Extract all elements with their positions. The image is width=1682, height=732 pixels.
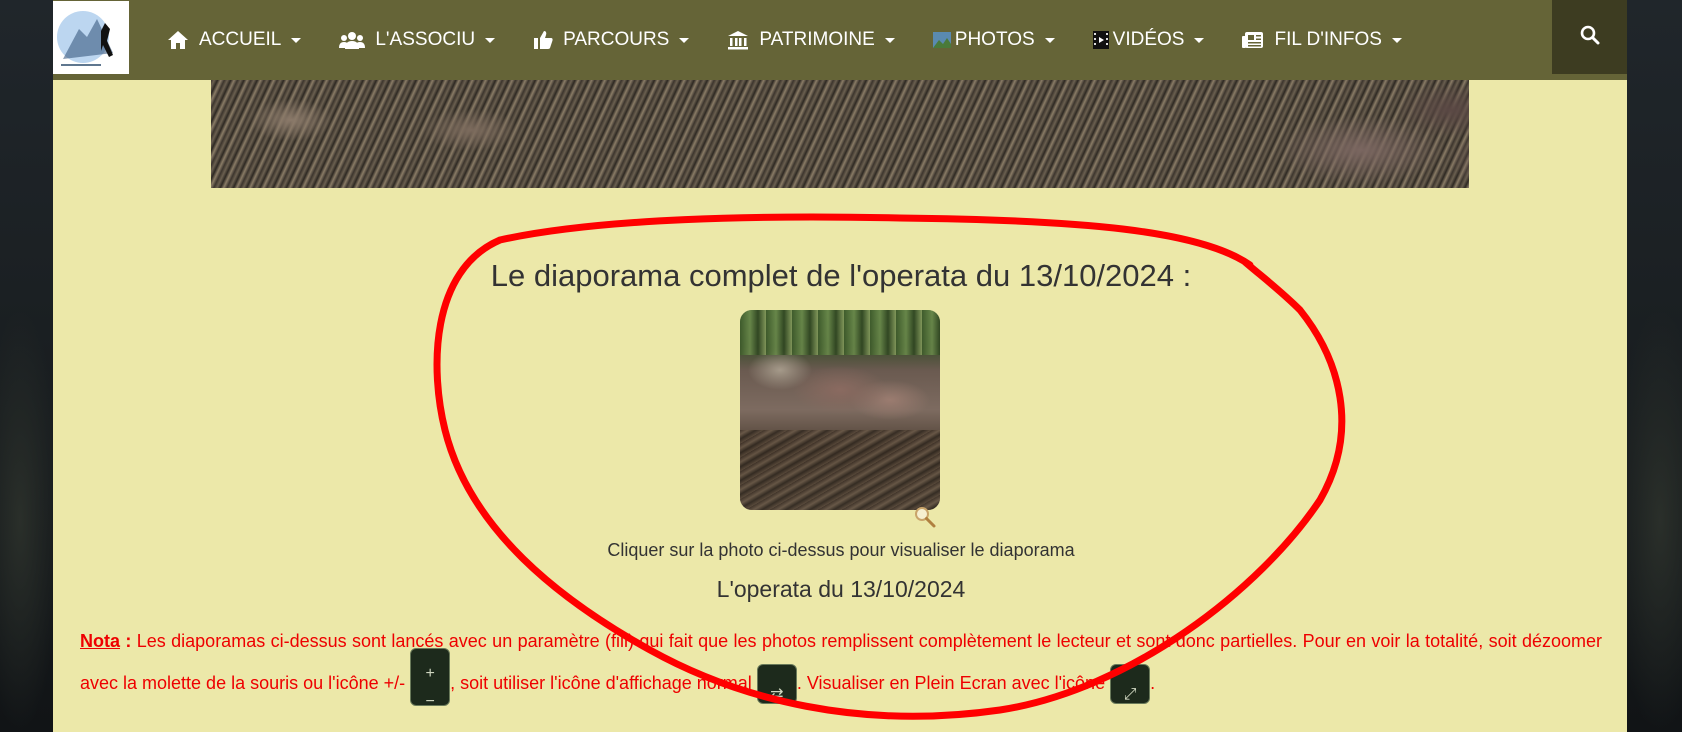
nota-label: Nota <box>80 631 120 651</box>
search-icon <box>1580 25 1600 50</box>
chevron-down-icon <box>679 37 690 43</box>
top-navbar: ACCUEIL L'ASSOCIU PARCOURS PATRIMOINE PH… <box>53 0 1627 80</box>
nav-item-videos[interactable]: VIDÉOS <box>1092 0 1205 80</box>
chevron-down-icon <box>1391 37 1402 43</box>
nav-item-label: ACCUEIL <box>199 29 282 50</box>
thumbnail-caption: Cliquer sur la photo ci-dessus pour visu… <box>607 540 1075 560</box>
thumbs-up-icon <box>533 30 553 50</box>
nota-text: , soit utiliser l'icône d'affichage norm… <box>450 673 757 693</box>
nav-item-label: PARCOURS <box>563 29 670 50</box>
newspaper-icon <box>1242 31 1264 49</box>
nota-text: . Visualiser en Plein Ecran avec l'icône <box>796 673 1111 693</box>
bank-icon <box>727 30 749 50</box>
zoom-plus-minus-icon: + − <box>410 648 451 710</box>
nav-item-associu[interactable]: L'ASSOCIU <box>339 0 496 80</box>
search-button[interactable] <box>1552 0 1627 74</box>
nav-item-fil-infos[interactable]: FIL D'INFOS <box>1242 0 1402 80</box>
site-logo[interactable] <box>53 1 129 74</box>
nav-item-label: PATRIMOINE <box>759 29 875 50</box>
chevron-down-icon <box>485 37 496 43</box>
nav-item-label: PHOTOS <box>954 29 1035 50</box>
photo-icon <box>932 32 951 48</box>
nota-paragraph: Nota : Les diaporamas ci-dessus sont lan… <box>80 620 1602 710</box>
nav-item-photos[interactable]: PHOTOS <box>932 0 1055 80</box>
banner-photo <box>211 80 1469 188</box>
page-title: Le diaporama complet de l'operata du 13/… <box>490 258 1192 293</box>
chevron-down-icon <box>1044 37 1055 43</box>
nav-item-label: L'ASSOCIU <box>375 29 476 50</box>
film-icon <box>1092 31 1109 49</box>
nav-item-patrimoine[interactable]: PATRIMOINE <box>727 0 895 80</box>
thumbnail-trees <box>740 310 940 355</box>
home-icon <box>167 30 189 50</box>
chevron-down-icon <box>291 37 302 43</box>
nav-item-accueil[interactable]: ACCUEIL <box>167 0 302 80</box>
magnifier-icon[interactable] <box>913 505 937 529</box>
slideshow-subtitle: L'operata du 13/10/2024 <box>716 576 966 602</box>
nav-item-parcours[interactable]: PARCOURS <box>533 0 690 80</box>
users-icon <box>339 30 366 50</box>
slideshow-thumbnail[interactable] <box>740 310 940 510</box>
nav-item-label: FIL D'INFOS <box>1274 29 1382 50</box>
nota-text: . <box>1150 673 1156 693</box>
chevron-down-icon <box>1194 37 1205 43</box>
nota-colon: : <box>120 631 132 651</box>
nav-item-label: VIDÉOS <box>1112 29 1185 50</box>
thumbnail-ground <box>740 430 940 510</box>
normal-view-icon: ⇄ <box>756 664 797 705</box>
fullscreen-icon: ⤢ <box>1110 664 1151 705</box>
chevron-down-icon <box>884 37 895 43</box>
